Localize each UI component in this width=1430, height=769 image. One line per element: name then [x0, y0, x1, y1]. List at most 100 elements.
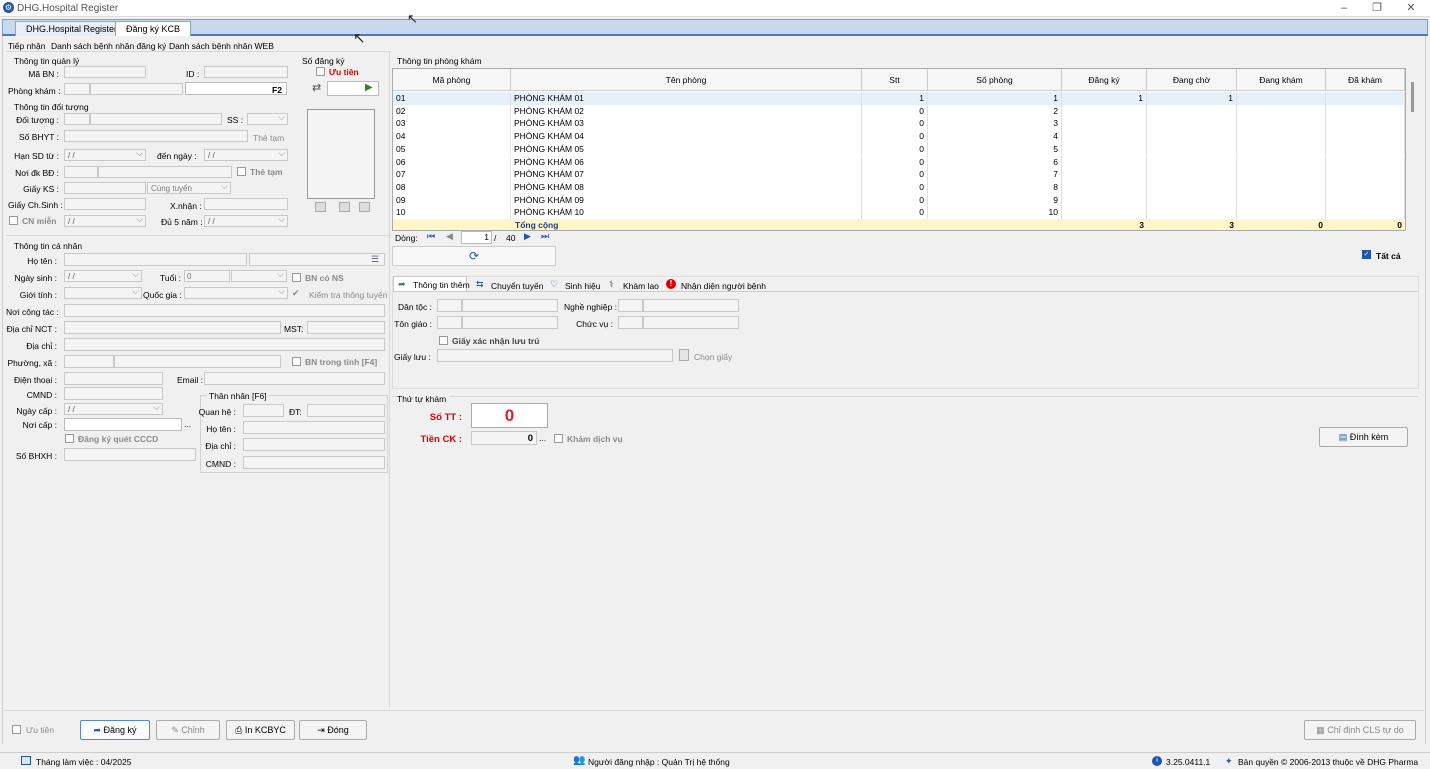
tuoi-stepper[interactable]: 0 [184, 270, 230, 282]
dan-toc-name[interactable] [462, 299, 558, 312]
tab-nhan-dien[interactable]: Nhận diện người bệnh [681, 281, 766, 291]
scroll-thumb[interactable] [1411, 82, 1414, 112]
camera-icon[interactable] [315, 202, 326, 212]
tab-thong-tin-them[interactable]: Thông tin thêm [413, 280, 470, 290]
tab-chuyen-tuyen[interactable]: Chuyển tuyến [491, 281, 543, 291]
than-nhan-ho-ten-input[interactable] [243, 421, 385, 434]
prev-page-icon[interactable]: ◀ [446, 231, 453, 242]
den-ngay-date[interactable]: / / [204, 148, 288, 161]
dt-input[interactable] [307, 404, 385, 417]
phuong-xa-code-input[interactable] [64, 355, 114, 368]
table-row[interactable]: 10 PHÒNG KHÁM 10 0 10 [393, 206, 1405, 219]
dia-chi-input[interactable] [64, 338, 385, 351]
page-input[interactable]: 1 [461, 231, 492, 244]
first-page-icon[interactable]: ⏮ [427, 231, 435, 242]
giay-chsinh-input[interactable] [64, 198, 146, 210]
bn-trong-tinh-checkbox[interactable] [292, 357, 301, 366]
col-dang-kham[interactable]: Đang khám [1237, 69, 1326, 91]
col-stt[interactable]: Stt [862, 69, 928, 91]
id-input[interactable] [204, 66, 288, 78]
minimize-button[interactable]: – [1334, 1, 1354, 15]
in-kcbyc-button[interactable]: ⎙ In KCBYC [226, 720, 295, 740]
col-ten-phong[interactable]: Tên phòng [511, 69, 862, 91]
ton-giao-code[interactable] [437, 316, 462, 329]
col-so-phong[interactable]: Số phòng [928, 69, 1062, 91]
the-tam-button[interactable]: Thẻ tạm [253, 133, 284, 143]
grid-scrollbar[interactable] [1407, 68, 1419, 217]
subtab-ds-web[interactable]: Danh sách bệnh nhân WEB [169, 41, 274, 51]
email-input[interactable] [204, 372, 385, 385]
noi-dk-bd-name-input[interactable] [98, 166, 232, 178]
xnhan-input[interactable] [204, 198, 288, 210]
upload-icon[interactable] [339, 202, 350, 212]
chi-dinh-cls-button[interactable]: ▦ Chỉ định CLS tự do [1304, 720, 1416, 740]
tab-kham-lao[interactable]: Khám lao [623, 281, 659, 291]
uu-tien-bottom-checkbox[interactable] [12, 725, 21, 734]
noi-dk-bd-code-input[interactable] [64, 166, 98, 178]
nghe-nghiep-name[interactable] [643, 299, 739, 312]
table-row[interactable]: 04 PHÒNG KHÁM 04 0 4 [393, 130, 1405, 143]
cn-mien-date[interactable]: / / [64, 214, 146, 227]
gioi-tinh-select[interactable] [64, 286, 142, 299]
uu-tien-top-checkbox[interactable] [316, 67, 325, 76]
kham-dich-vu-checkbox[interactable] [554, 434, 563, 443]
kiem-tra-thong-tuyen[interactable]: Kiểm tra thông tuyến [309, 290, 387, 300]
cmnd-input[interactable] [64, 387, 163, 400]
ho-ten-extra-input[interactable] [249, 253, 385, 266]
col-da-kham[interactable]: Đã khám [1326, 69, 1405, 91]
tuoi-unit-select[interactable] [231, 269, 287, 282]
delete-photo-icon[interactable] [359, 202, 370, 212]
so-bhxh-input[interactable] [64, 448, 196, 461]
list-icon[interactable]: ☰ [371, 254, 379, 265]
col-ma-phong[interactable]: Mã phòng [393, 69, 511, 91]
dinh-kem-button[interactable]: ▤ Đính kèm [1319, 427, 1408, 447]
refresh-grid-button[interactable]: ⟳ [392, 246, 556, 266]
ho-ten-input[interactable] [64, 253, 247, 266]
tab-sinh-hieu[interactable]: Sinh hiệu [565, 281, 600, 291]
doi-tuong-code-input[interactable] [64, 113, 90, 125]
ma-bn-input[interactable] [64, 66, 146, 78]
quoc-gia-select[interactable] [184, 286, 288, 299]
table-row[interactable]: 02 PHÒNG KHÁM 02 0 2 [393, 104, 1405, 118]
close-button[interactable]: ✕ [1401, 1, 1421, 15]
giay-ks-input[interactable] [64, 182, 146, 194]
cung-tuyen-select[interactable]: Cùng tuyến [147, 181, 231, 194]
doi-tuong-name-input[interactable] [90, 113, 222, 125]
refresh-icon[interactable]: ⇄ [312, 81, 321, 94]
subtab-ds-dang-ky[interactable]: Danh sách bệnh nhân đăng ký [51, 41, 166, 51]
noi-cap-input[interactable] [64, 418, 182, 431]
bn-co-ns-checkbox[interactable] [292, 273, 301, 282]
so-bhyt-input[interactable] [64, 130, 248, 142]
table-row[interactable]: 09 PHÒNG KHÁM 09 0 9 [393, 193, 1405, 207]
ss-select[interactable] [247, 112, 288, 125]
than-nhan-dia-chi-input[interactable] [243, 438, 385, 451]
dong-button[interactable]: ⇥ Đóng [299, 720, 367, 740]
table-row[interactable]: 03 PHÒNG KHÁM 03 0 3 [393, 117, 1405, 131]
dang-ky-cccd-checkbox[interactable] [65, 434, 74, 443]
dan-toc-code[interactable] [437, 299, 462, 312]
han-sd-tu-date[interactable]: / / [64, 148, 146, 161]
phong-kham-code-input[interactable] [64, 83, 90, 95]
last-page-icon[interactable]: ⏭ [541, 231, 549, 242]
table-row[interactable]: 07 PHÒNG KHÁM 07 0 7 [393, 168, 1405, 181]
noi-cap-browse-button[interactable]: ... [184, 419, 191, 429]
mst-input[interactable] [307, 321, 385, 334]
restore-button[interactable]: ❐ [1367, 1, 1387, 15]
chuc-vu-name[interactable] [643, 316, 739, 329]
table-row[interactable]: 06 PHÒNG KHÁM 06 0 6 [393, 155, 1405, 169]
ngay-cap-date[interactable]: / / [64, 402, 163, 415]
chon-giay-button[interactable]: Chọn giấy [694, 352, 732, 362]
table-row[interactable]: 05 PHÒNG KHÁM 05 0 5 [393, 142, 1405, 156]
col-dang-ky[interactable]: Đăng ký [1062, 69, 1147, 91]
ngay-sinh-date[interactable]: / / [64, 269, 142, 282]
subtab-tiep-nhan[interactable]: Tiếp nhận [8, 41, 46, 51]
giay-xac-nhan-checkbox[interactable] [439, 336, 448, 345]
phuong-xa-name-input[interactable] [114, 355, 281, 368]
table-row[interactable]: 08 PHÒNG KHÁM 08 0 8 [393, 180, 1405, 194]
tab-hospital-register[interactable]: DHG.Hospital Register [15, 21, 129, 36]
col-dang-cho[interactable]: Đang chờ [1147, 69, 1237, 91]
dang-ky-button[interactable]: ➦ Đăng ký [80, 720, 150, 740]
tien-ck-input[interactable]: 0 [471, 431, 537, 445]
noi-cong-tac-input[interactable] [64, 304, 385, 317]
quan-he-input[interactable] [243, 404, 284, 417]
